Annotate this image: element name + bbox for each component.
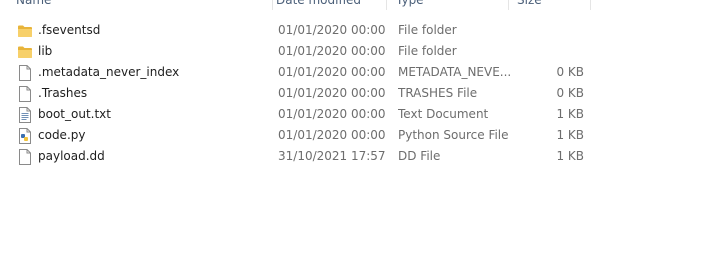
file-row[interactable]: boot_out.txt 01/01/2020 00:00 Text Docum…: [0, 104, 600, 125]
file-size: [520, 41, 584, 62]
file-type: Python Source File: [398, 128, 509, 142]
file-explorer-window: Name Date modified Type Size .fseventsd …: [0, 0, 716, 271]
column-header-name[interactable]: Name: [16, 0, 273, 10]
file-row[interactable]: .fseventsd 01/01/2020 00:00 File folder: [0, 20, 600, 41]
file-type: DD File: [398, 149, 441, 163]
file-size: 1 KB: [556, 149, 584, 163]
file-name: code.py: [38, 128, 86, 142]
python-file-icon: [16, 125, 34, 146]
column-header-date-modified[interactable]: Date modified: [276, 0, 387, 10]
file-date-modified: 01/01/2020 00:00: [278, 23, 386, 37]
file-date-modified: 01/01/2020 00:00: [278, 44, 386, 58]
folder-icon: [16, 41, 34, 62]
file-row[interactable]: lib 01/01/2020 00:00 File folder: [0, 41, 600, 62]
file-size: 1 KB: [556, 128, 584, 142]
file-type: METADATA_NEVE...: [398, 65, 510, 79]
file-row[interactable]: payload.dd 31/10/2021 17:57 DD File 1 KB: [0, 146, 600, 167]
file-name: boot_out.txt: [38, 107, 111, 121]
file-row[interactable]: code.py 01/01/2020 00:00 Python Source F…: [0, 125, 600, 146]
document-icon: [16, 83, 34, 104]
file-name: .Trashes: [38, 86, 88, 100]
file-name: payload.dd: [38, 149, 105, 163]
file-size: 0 KB: [556, 86, 584, 100]
column-header-type[interactable]: Type: [396, 0, 509, 10]
file-date-modified: 01/01/2020 00:00: [278, 128, 386, 142]
document-icon: [16, 146, 34, 167]
file-name: .fseventsd: [38, 23, 101, 37]
file-date-modified: 01/01/2020 00:00: [278, 107, 386, 121]
file-size: 0 KB: [556, 65, 584, 79]
file-type: File folder: [398, 23, 457, 37]
file-date-modified: 01/01/2020 00:00: [278, 65, 386, 79]
file-type: TRASHES File: [398, 86, 478, 100]
file-name: lib: [38, 44, 53, 58]
column-header: Name Date modified Type Size: [0, 0, 716, 10]
file-size: [520, 20, 584, 41]
file-row[interactable]: .Trashes 01/01/2020 00:00 TRASHES File 0…: [0, 83, 600, 104]
folder-icon: [16, 20, 34, 41]
file-name: .metadata_never_index: [38, 65, 180, 79]
file-date-modified: 31/10/2021 17:57: [278, 149, 386, 163]
document-icon: [16, 62, 34, 83]
file-type: File folder: [398, 44, 457, 58]
file-type: Text Document: [398, 107, 489, 121]
file-row[interactable]: .metadata_never_index 01/01/2020 00:00 M…: [0, 62, 600, 83]
text-file-icon: [16, 104, 34, 125]
file-size: 1 KB: [556, 107, 584, 121]
file-date-modified: 01/01/2020 00:00: [278, 86, 386, 100]
column-header-size[interactable]: Size: [517, 0, 591, 10]
